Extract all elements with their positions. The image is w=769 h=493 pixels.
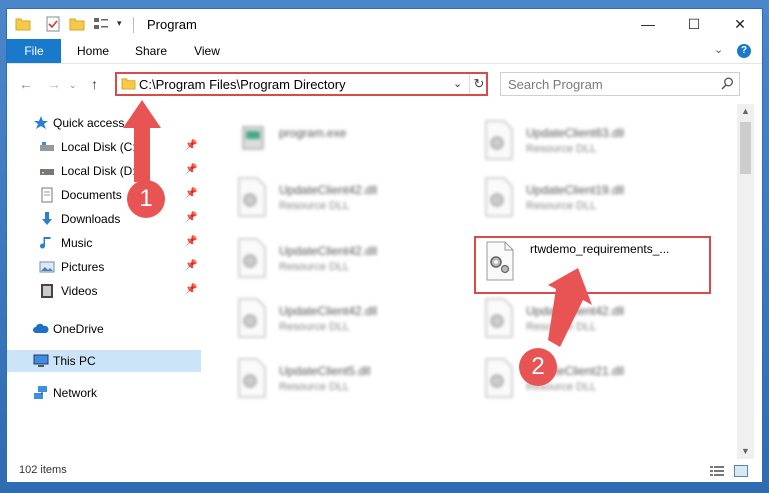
step-2-badge: 2 xyxy=(519,348,557,386)
desktop: { "window": { "title": "Program", "min_l… xyxy=(0,0,769,493)
step-1-badge: 1 xyxy=(127,180,165,218)
arrow-1 xyxy=(123,100,161,182)
annotation-arrows xyxy=(123,100,592,347)
arrow-2 xyxy=(548,268,592,347)
